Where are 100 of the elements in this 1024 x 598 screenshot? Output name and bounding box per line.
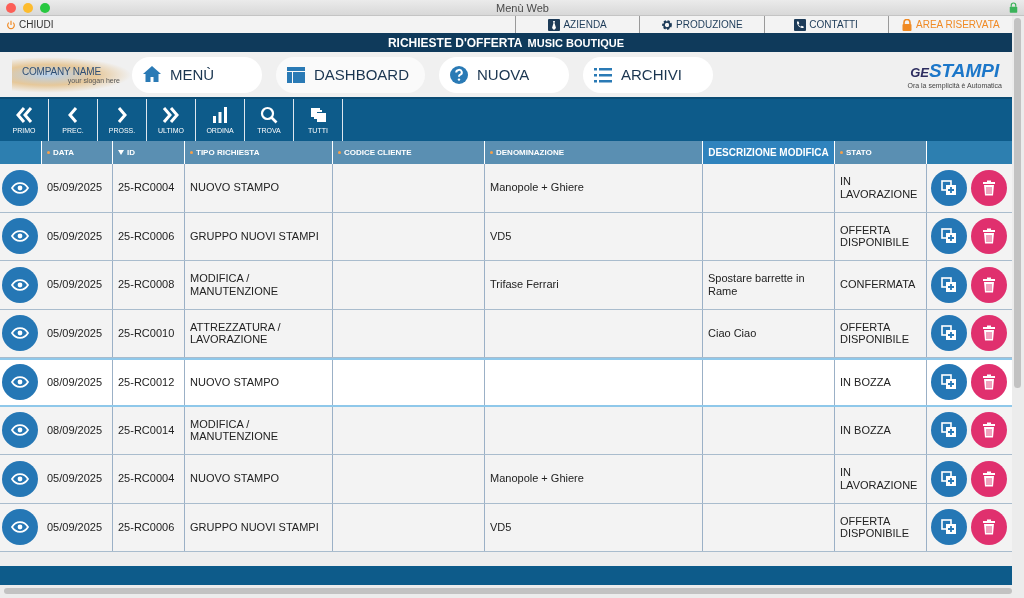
- view-button[interactable]: [2, 412, 38, 449]
- table-cell: Trifase Ferrari: [490, 278, 559, 292]
- home-icon: [142, 64, 162, 85]
- table-cell: 25-RC0014: [118, 423, 175, 437]
- delete-button[interactable]: [971, 412, 1007, 449]
- view-button[interactable]: [2, 509, 38, 546]
- nav-button[interactable]: ARCHIVI: [583, 56, 714, 93]
- nav-button[interactable]: DASHBOARD: [276, 56, 426, 93]
- table-cell: NUOVO STAMPO: [190, 375, 280, 389]
- trash-icon: [982, 422, 996, 439]
- table-cell: Ciao Ciao: [708, 326, 757, 340]
- view-button[interactable]: [2, 460, 38, 497]
- table-cell: GRUPPO NUOVI STAMPI: [190, 520, 319, 534]
- table-cell: Manopole + Ghiere: [490, 472, 584, 486]
- double-chevron-right-icon: [162, 106, 180, 124]
- duplicate-icon: [941, 276, 957, 293]
- sort-dot-icon: [47, 151, 50, 154]
- table-row[interactable]: 05/09/2025 25-RC0006 GRUPPO NUOVI STAMPI VD5 OFFERTA DISPONIBILE: [0, 212, 1012, 261]
- column-header[interactable]: DATA: [42, 141, 113, 164]
- duplicate-button[interactable]: [931, 509, 967, 546]
- table-cell: OFFERTA DISPONIBILE: [840, 514, 910, 540]
- dashboard-icon: [286, 64, 306, 85]
- trash-icon: [982, 470, 996, 487]
- table-cell: 25-RC0008: [118, 278, 175, 292]
- duplicate-button[interactable]: [931, 218, 967, 255]
- table-row[interactable]: 05/09/2025 25-RC0006 GRUPPO NUOVI STAMPI VD5 OFFERTA DISPONIBILE: [0, 503, 1012, 552]
- duplicate-button[interactable]: [931, 460, 967, 497]
- power-icon: [6, 19, 16, 30]
- delete-button[interactable]: [971, 364, 1007, 401]
- help-icon: [449, 64, 470, 85]
- delete-button[interactable]: [971, 266, 1007, 303]
- table-cell: Manopole + Ghiere: [490, 181, 584, 195]
- view-button[interactable]: [2, 266, 38, 303]
- eye-icon: [11, 424, 29, 437]
- lock-icon: [1009, 2, 1018, 13]
- sort-dot-icon: [190, 151, 193, 154]
- search-icon: [260, 106, 278, 124]
- duplicate-button[interactable]: [931, 169, 967, 206]
- table-row[interactable]: 05/09/2025 25-RC0004 NUOVO STAMPO Manopole + Ghiere IN LAVORAZIONE: [0, 164, 1012, 213]
- table-cell: NUOVO STAMPO: [190, 472, 280, 486]
- delete-button[interactable]: [971, 460, 1007, 497]
- duplicate-icon: [941, 228, 957, 245]
- view-button[interactable]: [2, 364, 38, 401]
- table-row[interactable]: 08/09/2025 25-RC0014 MODIFICA / MANUTENZIONE IN BOZZA: [0, 406, 1012, 455]
- table-cell: IN LAVORAZIONE: [840, 175, 918, 201]
- window-title: Menù Web: [496, 1, 550, 14]
- view-button[interactable]: [2, 169, 38, 206]
- duplicate-button[interactable]: [931, 266, 967, 303]
- trash-icon: [982, 519, 996, 536]
- column-header[interactable]: DESCRIZIONE MODIFICA: [703, 141, 835, 164]
- column-header[interactable]: STATO: [835, 141, 927, 164]
- delete-button[interactable]: [971, 218, 1007, 255]
- view-button[interactable]: [2, 315, 38, 352]
- table-cell: MODIFICA / MANUTENZIONE: [190, 417, 278, 443]
- table-row[interactable]: 05/09/2025 25-RC0004 NUOVO STAMPO Manopole + Ghiere IN LAVORAZIONE: [0, 455, 1012, 504]
- trash-icon: [982, 325, 996, 342]
- eye-icon: [11, 230, 29, 243]
- nav-button[interactable]: NUOVA: [439, 56, 570, 93]
- table-cell: 25-RC0004: [118, 181, 175, 195]
- nav-button[interactable]: MENÙ: [132, 56, 262, 93]
- table-cell: OFFERTA DISPONIBILE: [840, 223, 910, 249]
- table-cell: VD5: [490, 229, 512, 243]
- sort-dot-icon: [840, 151, 843, 154]
- sort-down-icon: [118, 150, 124, 155]
- duplicate-button[interactable]: [931, 412, 967, 449]
- table-cell: CONFERMATA: [840, 278, 916, 292]
- eye-icon: [11, 521, 29, 534]
- table-cell: VD5: [490, 520, 512, 534]
- eye-icon: [11, 376, 29, 389]
- table-cell: 05/09/2025: [47, 520, 103, 534]
- table-cell: 08/09/2025: [47, 375, 103, 389]
- delete-button[interactable]: [971, 509, 1007, 546]
- trash-icon: [982, 276, 996, 293]
- eye-icon: [11, 278, 29, 291]
- close-button[interactable]: [6, 2, 16, 13]
- lock-icon: [901, 18, 913, 31]
- duplicate-icon: [941, 374, 957, 391]
- column-header[interactable]: CODICE CLIENTE: [333, 141, 485, 164]
- trash-icon: [982, 228, 996, 245]
- duplicate-icon: [941, 325, 957, 342]
- sort-dot-icon: [490, 151, 493, 154]
- column-header[interactable]: TIPO RICHIESTA: [185, 141, 333, 164]
- delete-button[interactable]: [971, 169, 1007, 206]
- duplicate-icon: [941, 179, 957, 196]
- column-header[interactable]: DENOMINAZIONE: [485, 141, 703, 164]
- table-cell: OFFERTA DISPONIBILE: [840, 320, 910, 346]
- duplicate-button[interactable]: [931, 364, 967, 401]
- eye-icon: [11, 327, 29, 340]
- column-header[interactable]: ID: [113, 141, 185, 164]
- delete-button[interactable]: [971, 315, 1007, 352]
- table-row[interactable]: 05/09/2025 25-RC0008 MODIFICA / MANUTENZIONE Trifase Ferrari Spostare barrette in Rame CONFERMATA: [0, 261, 1012, 310]
- table-cell: 05/09/2025: [47, 278, 103, 292]
- table-cell: 08/09/2025: [47, 423, 103, 437]
- view-button[interactable]: [2, 218, 38, 255]
- duplicate-icon: [941, 470, 957, 487]
- table-cell: 25-RC0004: [118, 472, 175, 486]
- table-row[interactable]: 08/09/2025 25-RC0012 NUOVO STAMPO IN BOZZA: [0, 358, 1012, 407]
- table-cell: 05/09/2025: [47, 181, 103, 195]
- duplicate-button[interactable]: [931, 315, 967, 352]
- table-row[interactable]: 05/09/2025 25-RC0010 ATTREZZATURA / LAVORAZIONE Ciao Ciao OFFERTA DISPONIBILE: [0, 309, 1012, 358]
